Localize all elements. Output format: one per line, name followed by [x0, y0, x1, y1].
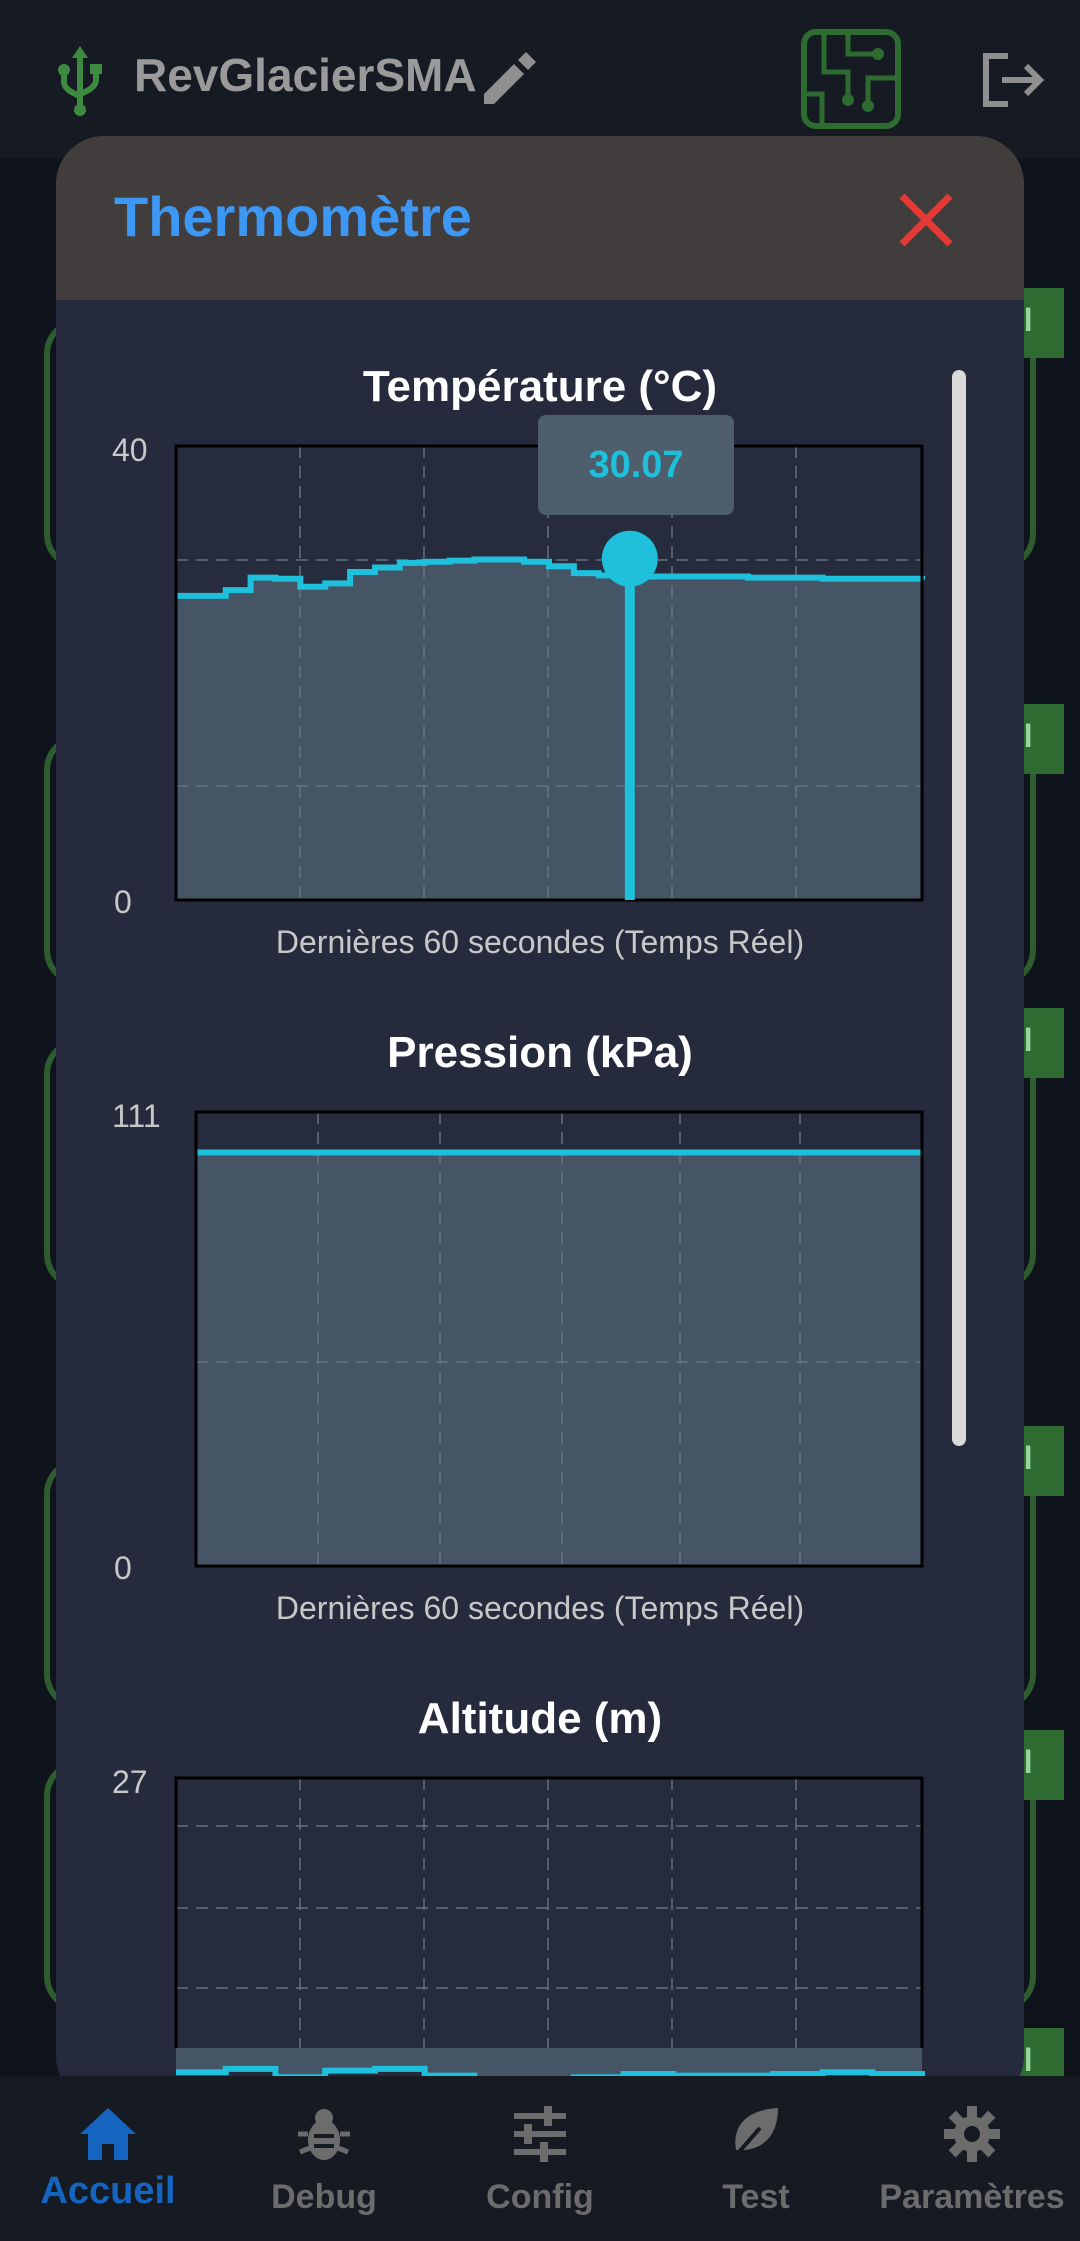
circuit-board-icon[interactable]	[800, 28, 902, 130]
nav-item-debug[interactable]: Debug	[216, 2104, 432, 2217]
nav-item-accueil[interactable]: Accueil	[0, 2104, 216, 2213]
nav-label: Paramètres	[879, 2178, 1065, 2216]
bottom-navigation: Accueil Debug Config Test Paramètres	[0, 2076, 1080, 2241]
nav-label: Debug	[271, 2178, 377, 2216]
gear-icon	[944, 2106, 1000, 2162]
scrollbar[interactable]	[952, 370, 966, 1446]
highlight-point	[601, 530, 658, 587]
device-name: RevGlacierSMA	[134, 49, 477, 101]
nav-item-parametres[interactable]: Paramètres	[864, 2104, 1080, 2217]
logout-icon[interactable]	[980, 50, 1046, 110]
nav-item-test[interactable]: Test	[648, 2104, 864, 2217]
usb-icon	[58, 46, 102, 116]
nav-label: Accueil	[40, 2170, 176, 2212]
edit-icon[interactable]	[478, 50, 538, 110]
value-tooltip: 30.07	[538, 415, 734, 515]
thermometer-dialog: Thermomètre Température (°C) 40 0 Derniè…	[56, 136, 1024, 2104]
sliders-icon	[514, 2106, 566, 2162]
app-bar: RevGlacierSMA	[0, 0, 1080, 158]
leaf-icon	[730, 2108, 778, 2162]
nav-label: Test	[722, 2178, 790, 2216]
nav-label: Config	[486, 2178, 594, 2216]
home-icon	[80, 2108, 136, 2160]
bug-icon	[298, 2109, 350, 2160]
nav-item-config[interactable]: Config	[432, 2104, 648, 2217]
area-fill-pressure	[196, 1152, 922, 1566]
